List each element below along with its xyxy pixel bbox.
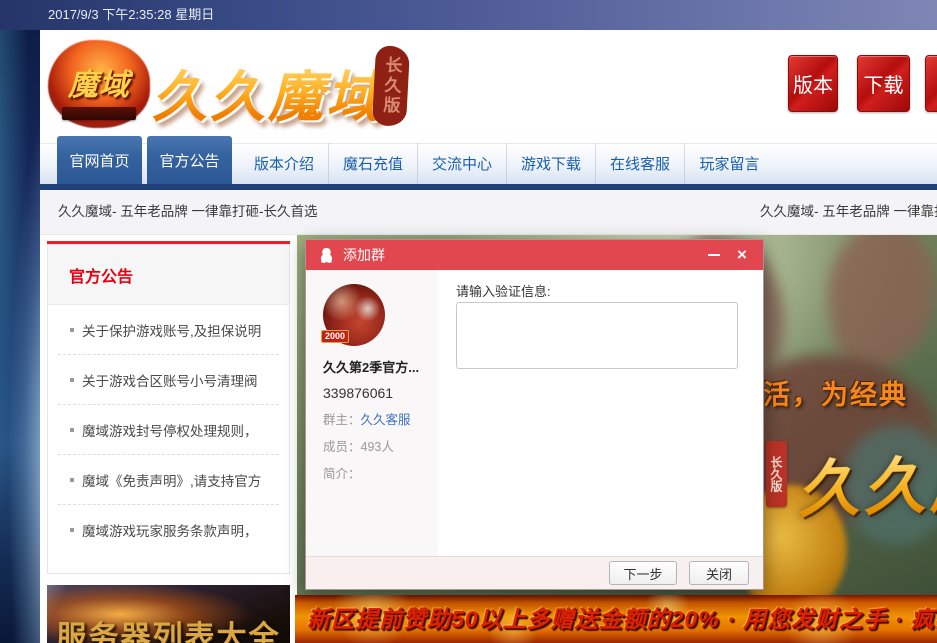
- group-members-row: 成员：493人: [323, 436, 438, 455]
- announcement-link[interactable]: 魔域《免责声明》,请支持官方: [58, 455, 279, 505]
- group-number: 339876061: [323, 385, 438, 401]
- minimize-icon: [708, 254, 720, 256]
- dialog-titlebar: 添加群 ×: [306, 240, 763, 270]
- tab-version-intro[interactable]: 版本介绍: [240, 143, 329, 184]
- bullet-icon: [70, 328, 74, 332]
- close-icon[interactable]: ×: [727, 240, 757, 270]
- marquee-bar: 久久魔域- 五年老品牌 一律靠打砸-长久首选 久久魔域- 五年老品牌 一律靠打砸…: [40, 190, 937, 235]
- intro-label: 简介：: [323, 467, 361, 481]
- server-list-banner-text: 服务器列表大全: [47, 612, 290, 643]
- logo-text: 魔域: [48, 60, 150, 104]
- announcement-link[interactable]: 关于保护游戏账号,及担保说明: [58, 305, 279, 355]
- promo-banner: 新区提前赞助50以上多赠送金额的20% · 用您发财之手 · 疯狂: [295, 595, 937, 643]
- tab-home[interactable]: 官网首页: [57, 136, 142, 184]
- add-group-dialog: 添加群 × 2000 久久第2季官方... 339876061 群主：久久客服 …: [305, 239, 764, 590]
- members-label: 成员：: [323, 440, 361, 454]
- dialog-footer: 下一步 关闭: [306, 556, 763, 589]
- version-seal: 长久版: [372, 45, 410, 127]
- logo-ribbon: [62, 107, 136, 120]
- game-logo[interactable]: 魔域: [48, 40, 150, 128]
- verify-label: 请输入验证信息:: [456, 281, 551, 300]
- marquee-text-repeat: 久久魔域- 五年老品牌 一律靠打砸-长久首选: [760, 190, 937, 234]
- next-step-button[interactable]: 下一步: [609, 561, 677, 585]
- partial-button[interactable]: [925, 55, 937, 112]
- server-list-banner[interactable]: 服务器列表大全: [47, 585, 290, 643]
- qq-penguin-icon: [318, 247, 335, 264]
- tab-community[interactable]: 交流中心: [418, 143, 507, 184]
- minimize-button[interactable]: [701, 240, 727, 270]
- version-button[interactable]: 版本: [788, 55, 838, 112]
- artwork-antler: [816, 235, 937, 373]
- group-info-panel: 2000 久久第2季官方... 339876061 群主：久久客服 成员：493…: [306, 270, 438, 556]
- dialog-title: 添加群: [343, 245, 385, 265]
- announcement-link[interactable]: 魔域游戏玩家服务条款声明，: [58, 505, 279, 555]
- announcement-link[interactable]: 魔域游戏封号停权处理规则，: [58, 405, 279, 455]
- desktop-background-art: [0, 30, 40, 643]
- group-owner-row: 群主：久久客服: [323, 409, 438, 428]
- marquee-text: 久久魔域- 五年老品牌 一律靠打砸-长久首选: [58, 190, 318, 234]
- screen: 2017/9/3 下午2:35:28 星期日 魔域 久久魔域 长久版 版本 下载…: [0, 0, 937, 643]
- promo-text: 新区提前赞助50以上多赠送金额的20% · 用您发财之手 · 疯狂: [295, 595, 937, 643]
- sidebar-header: 官方公告: [48, 245, 289, 305]
- group-avatar-wrap: 2000: [323, 284, 385, 346]
- verify-input[interactable]: [456, 302, 738, 369]
- artwork-calligraphy: 久久魔域: [796, 430, 937, 529]
- group-capacity-badge: 2000: [321, 330, 349, 343]
- tab-game-download[interactable]: 游戏下载: [507, 143, 596, 184]
- site-title: 久久魔域: [152, 52, 384, 132]
- taskbar: 2017/9/3 下午2:35:28 星期日: [0, 0, 937, 30]
- sidebar-title: 官方公告: [69, 263, 133, 287]
- sidebar-announcements: 官方公告 关于保护游戏账号,及担保说明 关于游戏合区账号小号清理阀 魔域游戏封号…: [47, 244, 290, 574]
- tab-guestbook[interactable]: 玩家留言: [685, 143, 774, 184]
- artwork-seal: 长久版: [766, 441, 787, 507]
- tab-recharge[interactable]: 魔石充值: [329, 143, 418, 184]
- group-name: 久久第2季官方...: [323, 357, 423, 376]
- announcement-link[interactable]: 关于游戏合区账号小号清理阀: [58, 355, 279, 405]
- bullet-icon: [70, 478, 74, 482]
- bullet-icon: [70, 528, 74, 532]
- nav-tabs: 版本介绍 魔石充值 交流中心 游戏下载 在线客服 玩家留言: [240, 143, 774, 184]
- owner-label: 群主：: [323, 413, 361, 427]
- artwork-slogan: 活，为经典: [763, 373, 908, 412]
- tab-online-service[interactable]: 在线客服: [596, 143, 685, 184]
- members-value: 493人: [361, 440, 394, 454]
- taskbar-datetime: 2017/9/3 下午2:35:28 星期日: [0, 7, 214, 22]
- tab-announcements[interactable]: 官方公告: [147, 136, 232, 184]
- group-intro-row: 简介：: [323, 463, 438, 482]
- close-button[interactable]: 关闭: [689, 561, 749, 585]
- owner-link[interactable]: 久久客服: [361, 413, 411, 427]
- bullet-icon: [70, 428, 74, 432]
- bullet-icon: [70, 378, 74, 382]
- download-button[interactable]: 下载: [857, 55, 910, 112]
